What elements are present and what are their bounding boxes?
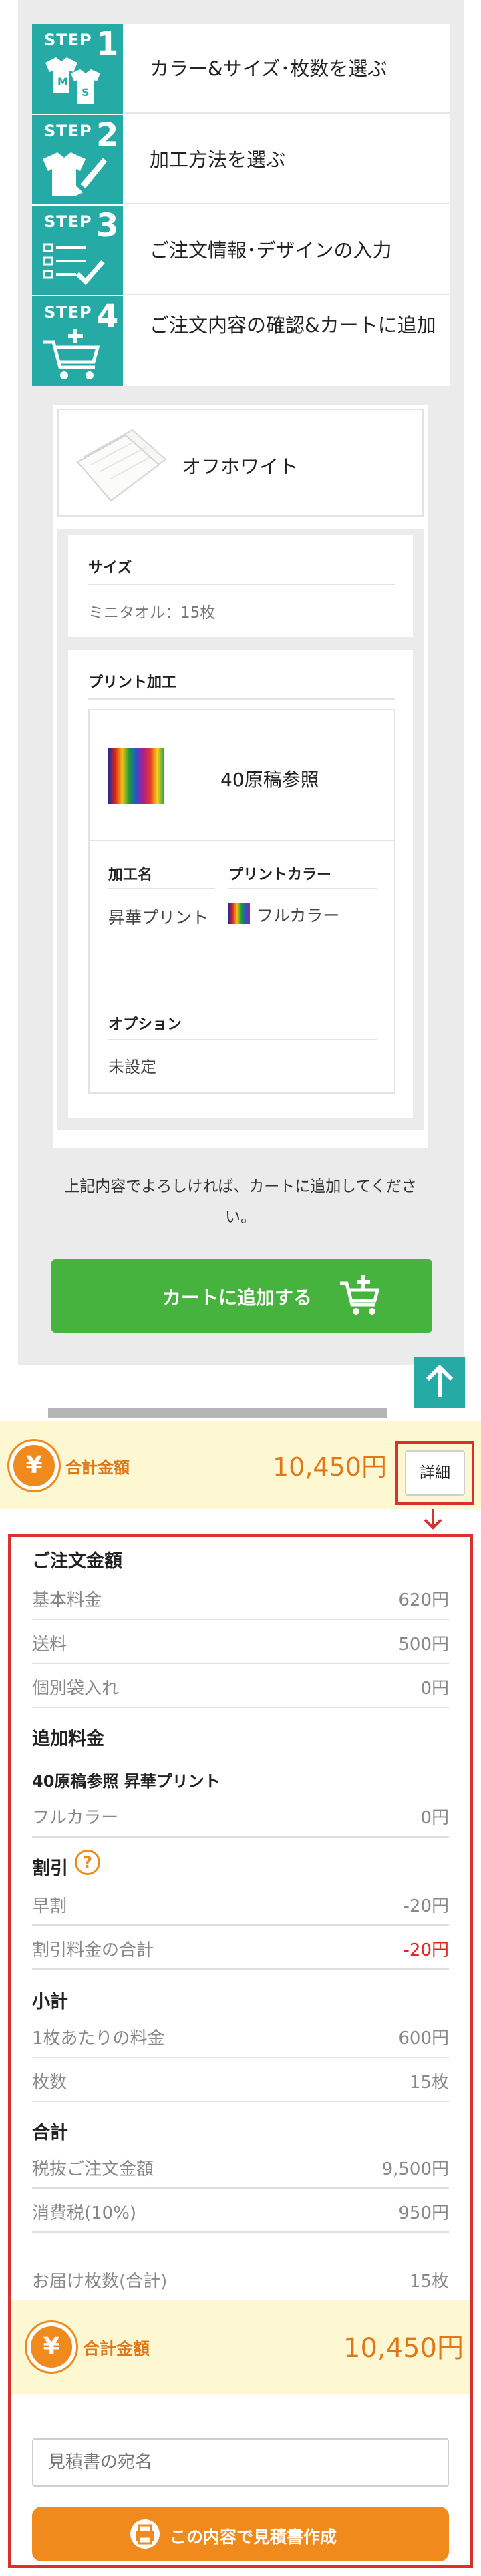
scroll-top-button[interactable]: [414, 1357, 465, 1408]
product-card: オフホワイト サイズ ミニタオル：15枚 プリント加工 40原稿参照 加工名 プ…: [53, 405, 428, 1148]
help-icon[interactable]: ?: [75, 1850, 100, 1875]
create-estimate-button[interactable]: この内容で見積書作成: [32, 2507, 449, 2561]
yen-icon: ¥: [9, 1441, 59, 1490]
checklist-icon: [43, 243, 105, 286]
printer-icon: [130, 2519, 160, 2549]
tshirts-icon: M S: [45, 57, 100, 104]
color-summary: オフホワイト: [57, 409, 424, 517]
tshirt-brush-icon: [43, 152, 110, 196]
design-thumbnail: [108, 748, 164, 804]
estimate-name-input[interactable]: [32, 2438, 449, 2487]
svg-text:M: M: [57, 75, 68, 88]
cart-icon: [43, 329, 100, 379]
color-name: オフホワイト: [182, 455, 299, 478]
step-3[interactable]: STEP 3 ご注文情報･デザインの入力: [32, 206, 450, 295]
detail-highlight: 詳細: [395, 1441, 474, 1505]
size-value: ミニタオル：15枚: [88, 604, 216, 622]
process-value: 昇華プリント: [108, 908, 209, 927]
step-2[interactable]: STEP 2 加工方法を選ぶ: [32, 115, 450, 204]
design-preview: 40原稿参照: [88, 709, 395, 841]
confirm-message: 上記内容でよろしければ、カートに追加してください。: [64, 1178, 417, 1226]
print-section: プリント加工 40原稿参照 加工名 プリントカラー 昇華プリント フルカラー オ…: [68, 650, 413, 1118]
total-bar: ¥ 合計金額 10,450円 詳細: [0, 1421, 481, 1509]
detail-button[interactable]: 詳細: [405, 1450, 465, 1496]
towel-thumbnail: [76, 429, 167, 502]
color-value: フルカラー: [257, 906, 340, 925]
design-name: 40原稿参照: [220, 769, 319, 791]
svg-text:S: S: [82, 86, 90, 99]
grand-total-strip: ¥ 合計金額 10,450円: [11, 2300, 470, 2394]
print-details: 加工名 プリントカラー 昇華プリント フルカラー オプション 未設定: [88, 841, 395, 1094]
size-section: サイズ ミニタオル：15枚: [68, 535, 413, 637]
fullcolor-icon: [228, 903, 250, 924]
option-value: 未設定: [108, 1058, 156, 1076]
step-list: STEP 1 M S カラー&サイズ･枚数を選ぶ STEP 2 加工方法を選ぶ …: [32, 24, 450, 386]
arrow-up-icon: [426, 1364, 454, 1397]
yen-icon: ¥: [27, 2322, 76, 2372]
step-4[interactable]: STEP 4 ご注文内容の確認&カートに追加: [32, 296, 450, 386]
arrow-down-icon: [424, 1509, 442, 1530]
grand-total-amount: 10,450円: [343, 2333, 464, 2364]
cart-plus-icon: [340, 1275, 380, 1315]
total-amount: 10,450円: [273, 1452, 387, 1482]
step-1[interactable]: STEP 1 M S カラー&サイズ･枚数を選ぶ: [32, 24, 450, 114]
add-to-cart-button[interactable]: カートに追加する: [51, 1259, 432, 1333]
